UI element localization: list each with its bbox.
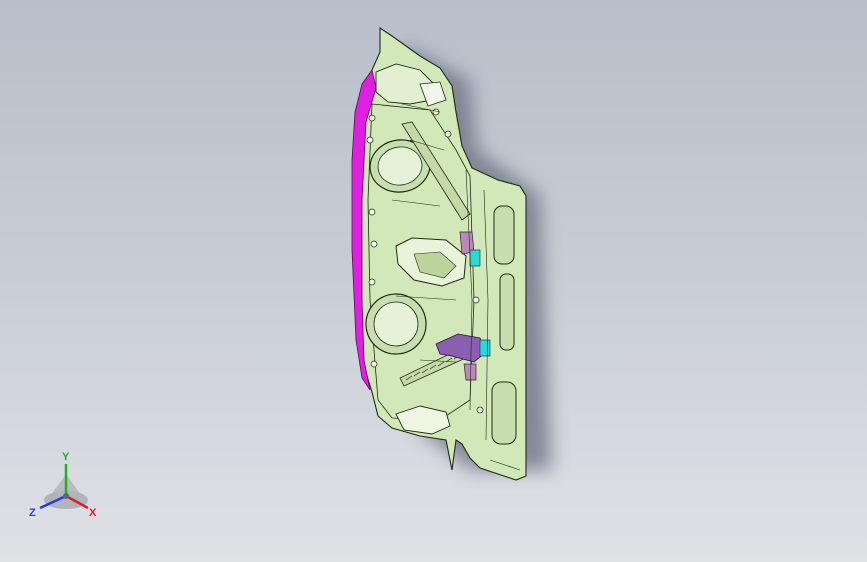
bracket-tab-lower — [463, 363, 477, 381]
y-axis-label: Y — [62, 451, 70, 463]
highlight-clip-lower — [479, 339, 491, 357]
triad-origin — [63, 493, 69, 499]
door-inner-panel-model[interactable] — [0, 0, 867, 562]
lower-speaker-hole-inner — [373, 301, 419, 347]
orientation-triad[interactable]: Y X Z — [26, 446, 106, 526]
z-axis-label: Z — [29, 507, 36, 519]
slot-upper — [493, 205, 515, 265]
highlight-clip-upper — [469, 249, 481, 267]
graphics-viewport[interactable]: Y X Z — [0, 0, 867, 562]
x-axis-label: X — [89, 507, 97, 519]
slot-lower — [491, 381, 517, 445]
slot-middle — [499, 273, 515, 351]
